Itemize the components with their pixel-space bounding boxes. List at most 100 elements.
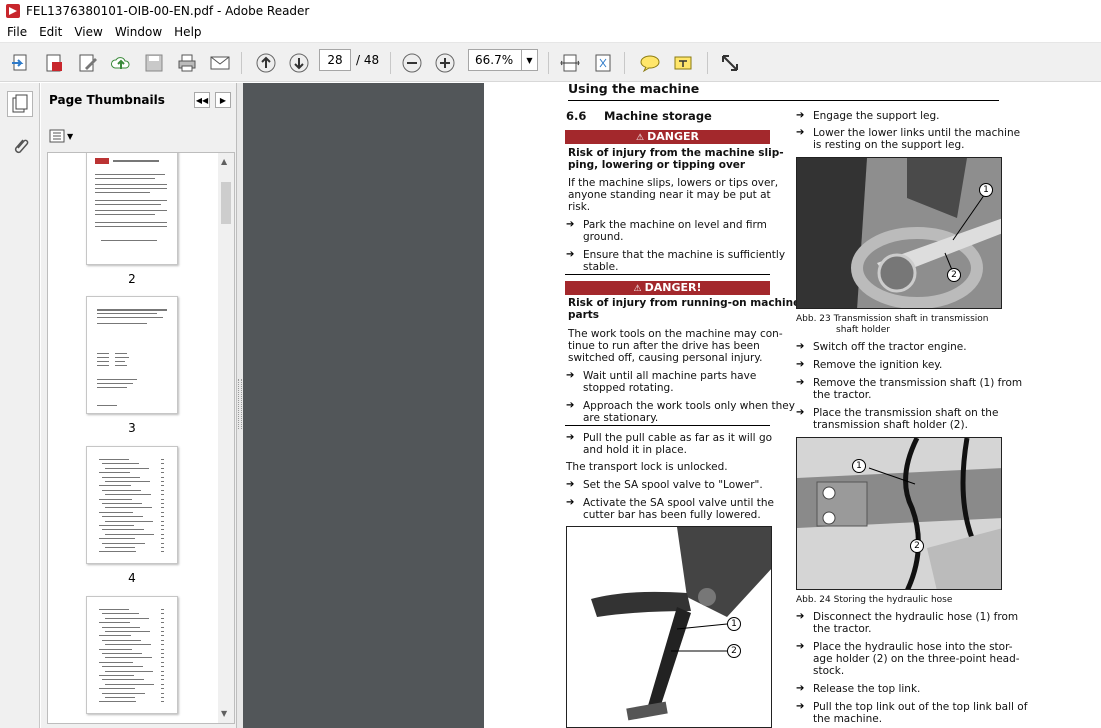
page-number-input[interactable]: 28 — [319, 49, 351, 71]
highlight-button[interactable] — [671, 51, 695, 75]
danger-banner: ⚠ DANGER — [565, 130, 770, 144]
figure-caption: shaft holder — [836, 325, 890, 335]
edit-icon — [79, 54, 97, 72]
page-thumbnail[interactable] — [86, 153, 178, 265]
callout-2: 2 — [727, 644, 741, 658]
minus-icon — [402, 53, 422, 73]
scroll-up-arrow[interactable]: ▲ — [221, 157, 227, 166]
chevron-down-icon[interactable]: ▼ — [521, 50, 537, 70]
edit-button[interactable] — [76, 51, 100, 75]
arrow-bullet-icon: ➔ — [796, 641, 805, 652]
list-options-icon — [49, 129, 65, 143]
page-thumbnail[interactable] — [86, 296, 178, 414]
fit-page-button[interactable] — [558, 51, 582, 75]
list-item: Place the hydraulic hose into the stor- — [813, 641, 1013, 653]
open-button[interactable] — [9, 51, 33, 75]
menu-edit[interactable]: Edit — [33, 25, 68, 39]
save-button[interactable] — [142, 51, 166, 75]
create-pdf-button[interactable] — [42, 51, 66, 75]
danger-banner: ⚠ DANGER! — [565, 281, 770, 295]
scroll-thumb[interactable] — [221, 182, 231, 224]
fit-window-button[interactable] — [591, 51, 615, 75]
paperclip-icon — [14, 139, 29, 154]
list-item: Remove the ignition key. — [813, 359, 943, 371]
fullscreen-button[interactable] — [718, 51, 742, 75]
open-icon — [12, 54, 27, 71]
arrow-bullet-icon: ➔ — [566, 497, 575, 508]
arrow-bullet-icon: ➔ — [796, 110, 805, 121]
list-item: Pull the top link out of the top link ba… — [813, 701, 1028, 713]
create-pdf-icon — [46, 54, 62, 72]
page-thumbnail[interactable] — [86, 446, 178, 564]
list-item: Remove the transmission shaft (1) from — [813, 377, 1023, 389]
print-button[interactable] — [175, 51, 199, 75]
plus-icon — [435, 53, 455, 73]
arrow-bullet-icon: ➔ — [566, 400, 575, 411]
arrow-bullet-icon: ➔ — [566, 249, 575, 260]
page-thumbnail[interactable] — [86, 596, 178, 714]
comment-button[interactable] — [638, 51, 662, 75]
zoom-in-button[interactable] — [433, 51, 457, 75]
list-item: is resting on the support leg. — [813, 139, 965, 151]
previous-page-button[interactable] — [254, 51, 278, 75]
menu-view[interactable]: View — [68, 25, 108, 39]
page-header: Using the machine — [568, 81, 700, 96]
next-page-button[interactable] — [287, 51, 311, 75]
arrow-bullet-icon: ➔ — [796, 359, 805, 370]
arrow-bullet-icon: ➔ — [796, 683, 805, 694]
expand-panel-button[interactable]: ▶ — [215, 92, 231, 108]
collapse-panel-button[interactable]: ◀◀ — [194, 92, 210, 108]
list-item: age holder (2) on the three-point head- — [813, 653, 1020, 665]
danger-text: switched off, causing personal injury. — [568, 352, 763, 364]
arrow-bullet-icon: ➔ — [796, 701, 805, 712]
list-item: Engage the support leg. — [813, 110, 940, 122]
arrow-bullet-icon: ➔ — [796, 341, 805, 352]
page-thumbnails-button[interactable] — [7, 91, 33, 117]
zoom-out-button[interactable] — [400, 51, 424, 75]
options-button[interactable]: ▼ — [49, 127, 75, 145]
title-bar: FEL1376380101-OIB-00-EN.pdf - Adobe Read… — [0, 0, 1101, 22]
menu-window[interactable]: Window — [109, 25, 168, 39]
danger-title: ping, lowering or tipping over — [568, 159, 746, 171]
zoom-select[interactable]: 66.7% ▼ — [468, 49, 538, 71]
menu-file[interactable]: File — [0, 25, 33, 39]
menu-help[interactable]: Help — [168, 25, 207, 39]
list-item: Release the top link. — [813, 683, 921, 695]
danger-text: tinue to run after the drive has been — [568, 340, 760, 352]
arrow-bullet-icon: ➔ — [796, 611, 805, 622]
list-item: ground. — [583, 231, 624, 243]
danger-text: If the machine slips, lowers or tips ove… — [568, 177, 779, 189]
thumbnail-label: 4 — [128, 571, 136, 585]
highlight-icon — [674, 56, 692, 70]
thumbnail-list[interactable]: 2 3 4 ▲ ▼ — [47, 152, 235, 724]
transmission-shaft-figure: 1 2 — [796, 157, 1002, 309]
list-item: Activate the SA spool valve until the — [583, 497, 774, 509]
pdf-page: Using the machine 6.6 Machine storage ⚠ … — [484, 81, 1101, 728]
arrow-up-icon — [256, 53, 276, 73]
thumbnail-scrollbar[interactable]: ▲ ▼ — [218, 153, 234, 723]
danger-title: parts — [568, 309, 600, 321]
email-button[interactable] — [208, 51, 232, 75]
list-item: cutter bar has been fully lowered. — [583, 509, 761, 521]
arrow-bullet-icon: ➔ — [796, 407, 805, 418]
thumbnail-label: 2 — [128, 272, 136, 286]
fit-page-icon — [595, 54, 611, 72]
scroll-down-arrow[interactable]: ▼ — [221, 709, 227, 718]
cloud-upload-icon — [111, 57, 130, 69]
attachments-button[interactable] — [7, 133, 33, 159]
arrow-bullet-icon: ➔ — [566, 479, 575, 490]
panel-title: Page Thumbnails — [49, 93, 165, 107]
menu-bar: File Edit View Window Help — [0, 22, 1101, 42]
list-item: Wait until all machine parts have — [583, 370, 757, 382]
logo-mark — [95, 158, 109, 164]
window-title: FEL1376380101-OIB-00-EN.pdf - Adobe Read… — [26, 4, 310, 18]
list-item: stock. — [813, 665, 845, 677]
print-icon — [178, 54, 196, 72]
arrow-bullet-icon: ➔ — [566, 370, 575, 381]
adobe-reader-icon — [6, 4, 20, 18]
list-item: transmission shaft holder (2). — [813, 419, 968, 431]
share-button[interactable] — [109, 51, 133, 75]
pages-icon — [12, 94, 28, 113]
list-item: stable. — [583, 261, 619, 273]
support-leg-figure: 1 2 — [566, 526, 772, 728]
